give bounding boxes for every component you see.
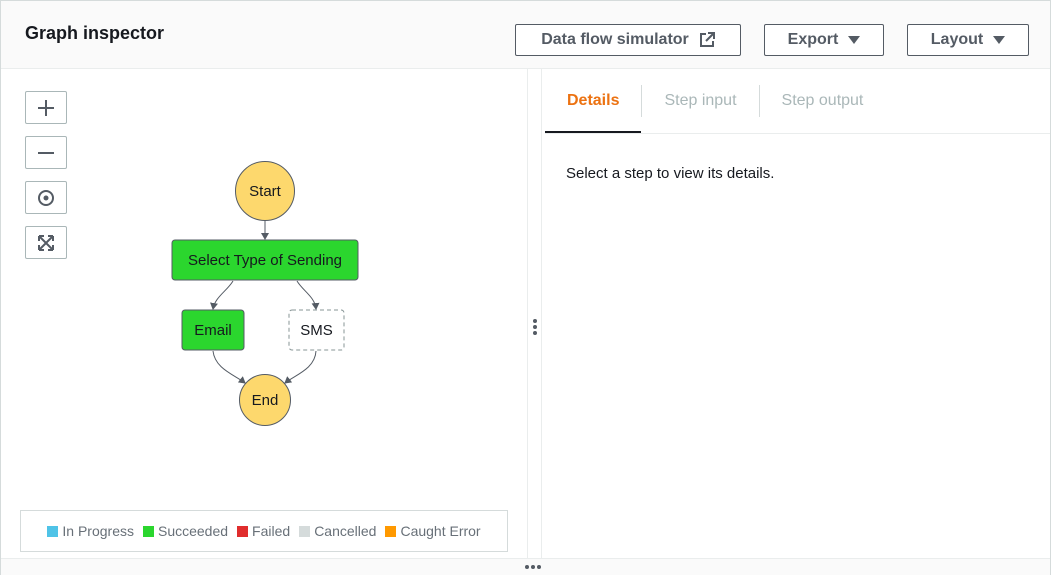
email-node-label: Email: [194, 322, 232, 339]
legend-label: Caught Error: [400, 523, 481, 539]
caret-down-icon: [993, 36, 1006, 44]
data-flow-simulator-label: Data flow simulator: [541, 31, 689, 48]
graph-inspector-panel: Graph inspector Data flow simulator Expo…: [0, 0, 1051, 575]
start-node[interactable]: Start: [235, 161, 295, 221]
sms-node-label: SMS: [300, 322, 333, 339]
start-node-label: Start: [249, 183, 282, 200]
drag-handle-icon: [525, 565, 541, 569]
select-type-node[interactable]: Select Type of Sending: [171, 239, 359, 281]
drag-handle-icon: [533, 319, 537, 335]
email-node[interactable]: Email: [181, 309, 245, 351]
select-type-node-label: Select Type of Sending: [188, 252, 342, 269]
details-tabs: Details Step input Step output: [545, 69, 885, 133]
legend-item-failed: Failed: [237, 523, 290, 539]
details-panel: Details Step input Step output Select a …: [542, 69, 1050, 558]
tab-details[interactable]: Details: [545, 69, 642, 133]
legend-swatch: [47, 525, 59, 537]
legend-swatch: [299, 525, 311, 537]
panel-header: Graph inspector Data flow simulator Expo…: [1, 1, 1050, 69]
legend-label: In Progress: [62, 523, 134, 539]
legend-swatch: [142, 525, 154, 537]
sms-node[interactable]: SMS: [288, 309, 345, 351]
end-node[interactable]: End: [239, 374, 291, 426]
legend-swatch: [385, 525, 397, 537]
edge-email-end: [212, 350, 246, 384]
layout-button[interactable]: Layout: [907, 24, 1029, 56]
export-label: Export: [787, 31, 839, 48]
page-title: Graph inspector: [25, 23, 165, 43]
tabs-underline: [545, 133, 1050, 134]
legend-item-cancelled: Cancelled: [299, 523, 376, 539]
legend-item-succeeded: Succeeded: [142, 523, 229, 539]
edge-select-sms: [296, 280, 320, 310]
legend-item-caught-error: Caught Error: [385, 523, 481, 539]
status-legend: In Progress Succeeded Failed Cancelled C…: [20, 510, 508, 552]
legend-label: Succeeded: [157, 523, 229, 539]
export-button[interactable]: Export: [764, 24, 884, 56]
details-empty-message: Select a step to view its details.: [566, 165, 775, 182]
edge-sms-end: [284, 350, 317, 384]
bottom-resize-handle[interactable]: [1, 558, 1050, 575]
caret-down-icon: [848, 36, 861, 44]
graph-canvas[interactable]: Start Select Type of Sending Email SMS E…: [1, 69, 527, 558]
end-node-label: End: [252, 392, 279, 409]
tab-step-input[interactable]: Step input: [642, 69, 758, 133]
data-flow-simulator-button[interactable]: Data flow simulator: [515, 24, 741, 56]
legend-label: Cancelled: [314, 523, 377, 539]
state-machine-graph: Start Select Type of Sending Email SMS E…: [171, 161, 359, 426]
legend-swatch: [237, 525, 249, 537]
legend-label: Failed: [252, 523, 291, 539]
tab-step-output[interactable]: Step output: [760, 69, 886, 133]
layout-label: Layout: [930, 31, 984, 48]
legend-item-in-progress: In Progress: [47, 523, 134, 539]
edge-select-email: [210, 280, 234, 310]
pane-resize-handle[interactable]: [527, 69, 542, 558]
external-link-icon: [699, 32, 715, 47]
